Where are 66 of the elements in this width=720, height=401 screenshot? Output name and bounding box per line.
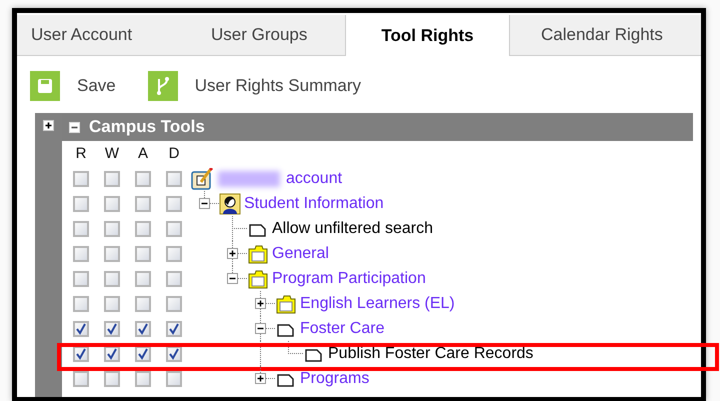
save-icon xyxy=(30,71,60,101)
checkbox[interactable] xyxy=(73,196,89,212)
checkbox[interactable] xyxy=(104,196,120,212)
checkbox[interactable] xyxy=(166,296,182,312)
checkbox[interactable] xyxy=(135,220,151,236)
collapse-icon[interactable] xyxy=(227,273,238,284)
checkbox[interactable] xyxy=(73,170,89,186)
checkbox[interactable] xyxy=(135,320,151,336)
checkbox[interactable] xyxy=(135,170,151,186)
folder-icon xyxy=(247,268,269,290)
checkbox[interactable] xyxy=(104,220,120,236)
column-header: R xyxy=(74,145,88,164)
tab[interactable]: Tool Rights xyxy=(345,15,510,56)
checkbox[interactable] xyxy=(135,296,151,312)
tree-link[interactable]: account xyxy=(286,170,342,188)
expand-icon[interactable] xyxy=(255,298,266,309)
folder-icon xyxy=(275,292,297,314)
tree-link[interactable]: Program Participation xyxy=(272,270,426,288)
branch-icon xyxy=(148,71,178,101)
checkbox[interactable] xyxy=(73,320,89,336)
expand-icon[interactable] xyxy=(43,120,54,131)
summary-button[interactable]: User Rights Summary xyxy=(148,66,362,106)
checkbox[interactable] xyxy=(73,296,89,312)
tree-link[interactable]: Student Information xyxy=(244,194,384,212)
tab[interactable]: User Account xyxy=(17,15,181,55)
tree-link[interactable]: General xyxy=(272,244,329,262)
checkbox[interactable] xyxy=(166,246,182,262)
checkbox[interactable] xyxy=(104,170,120,186)
tree-link[interactable]: English Learners (EL) xyxy=(300,294,455,312)
checkbox[interactable] xyxy=(166,370,182,386)
folder-icon xyxy=(247,242,269,264)
checkbox[interactable] xyxy=(135,196,151,212)
checkbox[interactable] xyxy=(73,246,89,262)
column-header: D xyxy=(168,145,180,164)
checkbox[interactable] xyxy=(166,320,182,336)
tree-label: Publish Foster Care Records xyxy=(328,344,534,362)
checkbox[interactable] xyxy=(73,370,89,386)
checkbox[interactable] xyxy=(104,296,120,312)
tree-link[interactable]: Programs xyxy=(300,370,370,388)
checkbox[interactable] xyxy=(104,320,120,336)
column-header: A xyxy=(136,145,149,164)
notepad-pencil-icon xyxy=(191,168,213,190)
tree-label: Allow unfiltered search xyxy=(272,220,433,238)
expand-icon[interactable] xyxy=(227,248,238,259)
tab[interactable]: Calendar Rights xyxy=(510,15,677,55)
checkbox[interactable] xyxy=(135,270,151,286)
checkbox[interactable] xyxy=(104,246,120,262)
checkbox[interactable] xyxy=(166,270,182,286)
checkbox[interactable] xyxy=(166,196,182,212)
collapse-icon[interactable] xyxy=(199,198,210,209)
column-header: W xyxy=(104,145,120,164)
panel-title: Campus Tools xyxy=(89,117,205,137)
checkbox[interactable] xyxy=(104,370,120,386)
person-icon xyxy=(219,192,241,214)
checkbox[interactable] xyxy=(166,170,182,186)
checkbox[interactable] xyxy=(104,270,120,286)
tab[interactable]: User Groups xyxy=(181,15,345,55)
tree-link[interactable]: Foster Care xyxy=(300,320,384,338)
checkbox[interactable] xyxy=(73,220,89,236)
save-button[interactable]: Save xyxy=(30,66,116,106)
expand-icon[interactable] xyxy=(255,373,266,384)
checkbox[interactable] xyxy=(135,246,151,262)
checkbox[interactable] xyxy=(166,220,182,236)
collapse-icon[interactable] xyxy=(255,323,266,334)
checkbox[interactable] xyxy=(135,370,151,386)
checkbox[interactable] xyxy=(73,270,89,286)
